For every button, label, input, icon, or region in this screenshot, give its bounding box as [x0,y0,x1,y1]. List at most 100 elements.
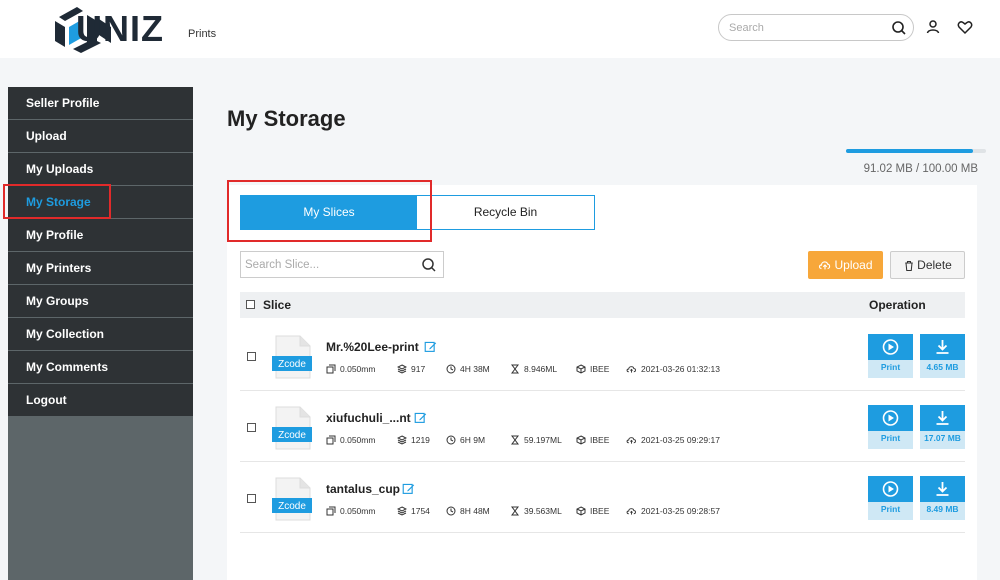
layer-thickness-icon [326,506,336,516]
play-circle-icon [882,339,899,355]
clock-icon [446,506,456,516]
brand-name[interactable]: UNIZ [76,8,164,50]
edit-icon[interactable] [402,482,415,495]
file-size-label: 8.49 MB [926,504,959,514]
meta-layer-height: 0.050mm [326,364,375,374]
download-button[interactable]: 8.49 MB [920,476,965,520]
download-icon [936,340,949,354]
highlight-annotation [3,184,111,219]
storage-quota-bar [846,149,986,153]
meta-resin: IBEE [576,435,609,445]
meta-layers: 1754 [396,506,430,516]
cloud-upload-icon [626,508,636,515]
select-all-checkbox[interactable] [246,300,255,309]
trash-icon [905,260,913,272]
table-row: Zcode Mr.%20Lee-print 0.050mm 917 4H 38M… [240,320,965,391]
cube-icon [576,435,586,445]
print-button[interactable]: Print [868,405,913,449]
sidebar-item-seller-profile[interactable]: Seller Profile [8,87,193,119]
layers-icon [396,435,408,445]
sidebar-item-logout[interactable]: Logout [8,384,193,416]
delete-button[interactable]: Delete [890,251,965,279]
layer-thickness-icon [326,435,336,445]
sidebar-item-my-profile[interactable]: My Profile [8,219,193,251]
row-checkbox[interactable] [247,352,256,361]
delete-button-label: Delete [917,258,952,272]
row-checkbox[interactable] [247,423,256,432]
play-circle-icon [882,410,899,426]
heart-icon[interactable] [957,19,973,35]
meta-upload-date: 2021-03-26 01:32:13 [626,364,720,374]
meta-upload-date: 2021-03-25 09:29:17 [626,435,720,445]
svg-text:Zcode: Zcode [278,430,306,441]
clock-icon [446,435,456,445]
meta-resin: IBEE [576,506,609,516]
column-header-slice: Slice [263,298,292,312]
meta-print-time: 8H 48M [446,506,490,516]
hourglass-icon [511,364,519,374]
file-size-label: 4.65 MB [926,362,959,372]
cube-icon [576,506,586,516]
search-icon[interactable] [891,20,907,36]
hourglass-icon [511,435,519,445]
hourglass-icon [511,506,519,516]
meta-layer-height: 0.050mm [326,435,375,445]
zcode-file-icon: Zcode [272,406,312,450]
cloud-upload-icon [626,437,636,444]
table-header: Slice Operation [240,292,965,318]
page-title: My Storage [227,106,346,131]
row-checkbox[interactable] [247,494,256,503]
meta-volume: 59.197ML [510,435,562,445]
sidebar-item-my-groups[interactable]: My Groups [8,285,193,317]
storage-quota-text: 91.02 MB / 100.00 MB [863,163,978,175]
slice-name: xiufuchuli_...nt [326,411,411,425]
slice-name: tantalus_cup [326,482,401,496]
table-row: Zcode tantalus_cup 0.050mm 1754 8H 48M 3… [240,462,965,533]
meta-volume: 8.946ML [510,364,557,374]
cube-icon [576,364,586,374]
edit-icon[interactable] [414,411,427,424]
site-search-input[interactable] [729,20,889,36]
highlight-annotation [227,180,432,242]
storage-quota-fill [846,149,974,153]
meta-layers: 917 [396,364,425,374]
download-button[interactable]: 17.07 MB [920,405,965,449]
table-row: Zcode xiufuchuli_...nt 0.050mm 1219 6H 9… [240,391,965,462]
cloud-upload-icon [626,366,636,373]
file-size-label: 17.07 MB [924,433,961,443]
download-button[interactable]: 4.65 MB [920,334,965,378]
layers-icon [396,506,408,516]
zcode-file-icon: Zcode [272,477,312,521]
meta-layer-height: 0.050mm [326,506,375,516]
top-header: UNIZ Prints [0,0,1000,58]
meta-upload-date: 2021-03-25 09:28:57 [626,506,720,516]
print-button-label: Print [880,504,901,514]
user-icon[interactable] [925,19,941,35]
slice-search-input[interactable] [245,257,415,273]
print-button[interactable]: Print [868,476,913,520]
print-button-label: Print [880,362,901,372]
play-circle-icon [882,481,899,497]
sidebar-item-my-collection[interactable]: My Collection [8,318,193,350]
print-button-label: Print [880,433,901,443]
meta-layers: 1219 [396,435,430,445]
layer-thickness-icon [326,364,336,374]
sidebar-item-my-comments[interactable]: My Comments [8,351,193,383]
zcode-file-icon: Zcode [272,335,312,379]
search-icon[interactable] [421,257,437,273]
nav-prints-link[interactable]: Prints [188,28,216,40]
site-search[interactable] [718,14,914,41]
slice-search[interactable] [240,251,444,278]
print-button[interactable]: Print [868,334,913,378]
download-icon [936,482,949,496]
meta-resin: IBEE [576,364,609,374]
sidebar-item-my-printers[interactable]: My Printers [8,252,193,284]
clock-icon [446,364,456,374]
account-sidebar: Seller Profile Upload My Uploads My Stor… [8,87,193,580]
sidebar-item-my-uploads[interactable]: My Uploads [8,153,193,185]
column-header-operation: Operation [869,298,926,312]
upload-button[interactable]: Upload [808,251,883,279]
sidebar-item-upload[interactable]: Upload [8,120,193,152]
tab-recycle-bin[interactable]: Recycle Bin [417,196,594,229]
edit-icon[interactable] [424,340,437,353]
